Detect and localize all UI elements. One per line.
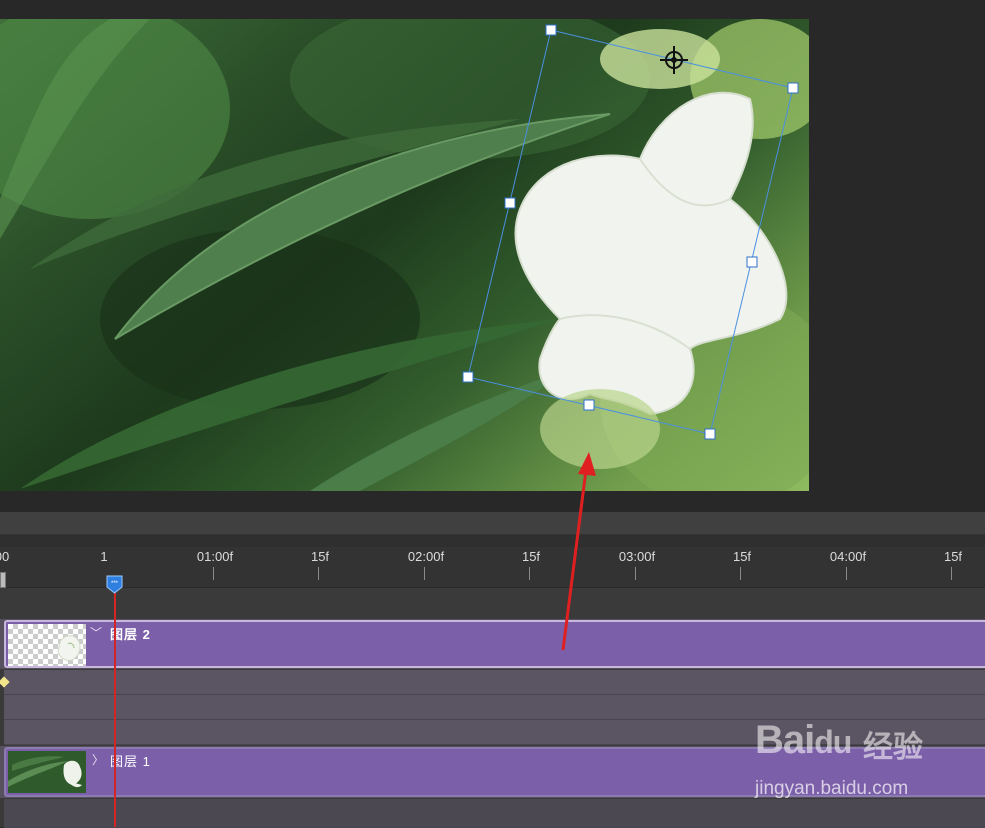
time-ruler[interactable]: 00 1 01:00f 15f 02:00f 15f 03:00f 15f 04… (0, 547, 985, 588)
ruler-label: 00 (0, 549, 10, 564)
ruler-tick (951, 567, 952, 580)
watermark-url: jingyan.baidu.com (755, 778, 909, 799)
chevron-right-icon[interactable]: 〉 (92, 751, 104, 768)
ruler-label: 02:00f (407, 549, 445, 564)
ruler-tick (846, 567, 847, 580)
property-track[interactable] (4, 695, 985, 720)
ruler-tick (213, 567, 214, 580)
ruler-tick (424, 567, 425, 580)
ruler-tick (529, 567, 530, 580)
layer-1-thumbnail (8, 751, 86, 793)
ruler-tick (318, 567, 319, 580)
flower-photo (0, 19, 809, 491)
ruler-label: 01:00f (196, 549, 234, 564)
ruler-label: 15f (521, 549, 541, 564)
ruler-tick (635, 567, 636, 580)
timeline-separator (0, 535, 985, 547)
work-area-start-handle[interactable] (0, 572, 6, 588)
layer-2-name: 图层 2 (110, 627, 151, 642)
track-layer-2: ﹀ 图层 2 (0, 619, 985, 669)
canvas-area[interactable] (0, 0, 985, 512)
clip-layer-2[interactable]: ﹀ 图层 2 (4, 620, 985, 668)
layer-2-thumbnail (8, 624, 86, 666)
chevron-down-icon[interactable]: ﹀ (90, 624, 102, 641)
ruler-label: 15f (310, 549, 330, 564)
video-frame-image[interactable] (0, 19, 809, 491)
ruler-label: 1 (100, 549, 108, 564)
ruler-tick (740, 567, 741, 580)
playhead-icon[interactable]: *** (106, 575, 123, 594)
baidu-jingyan-watermark: Baidu 经验 jingyan.baidu.com (755, 718, 955, 808)
property-track[interactable] (4, 670, 985, 695)
ruler-label: 15f (943, 549, 963, 564)
ruler-label: 15f (732, 549, 752, 564)
ruler-label: 03:00f (618, 549, 656, 564)
playhead-line[interactable] (114, 584, 116, 827)
svg-text:***: *** (111, 581, 119, 587)
timeline-header (0, 512, 985, 535)
layer-1-name: 图层 1 (110, 754, 151, 769)
watermark-cn: 经验 (863, 731, 923, 764)
ruler-label: 04:00f (829, 549, 867, 564)
watermark-logo: Baidu (755, 718, 852, 762)
